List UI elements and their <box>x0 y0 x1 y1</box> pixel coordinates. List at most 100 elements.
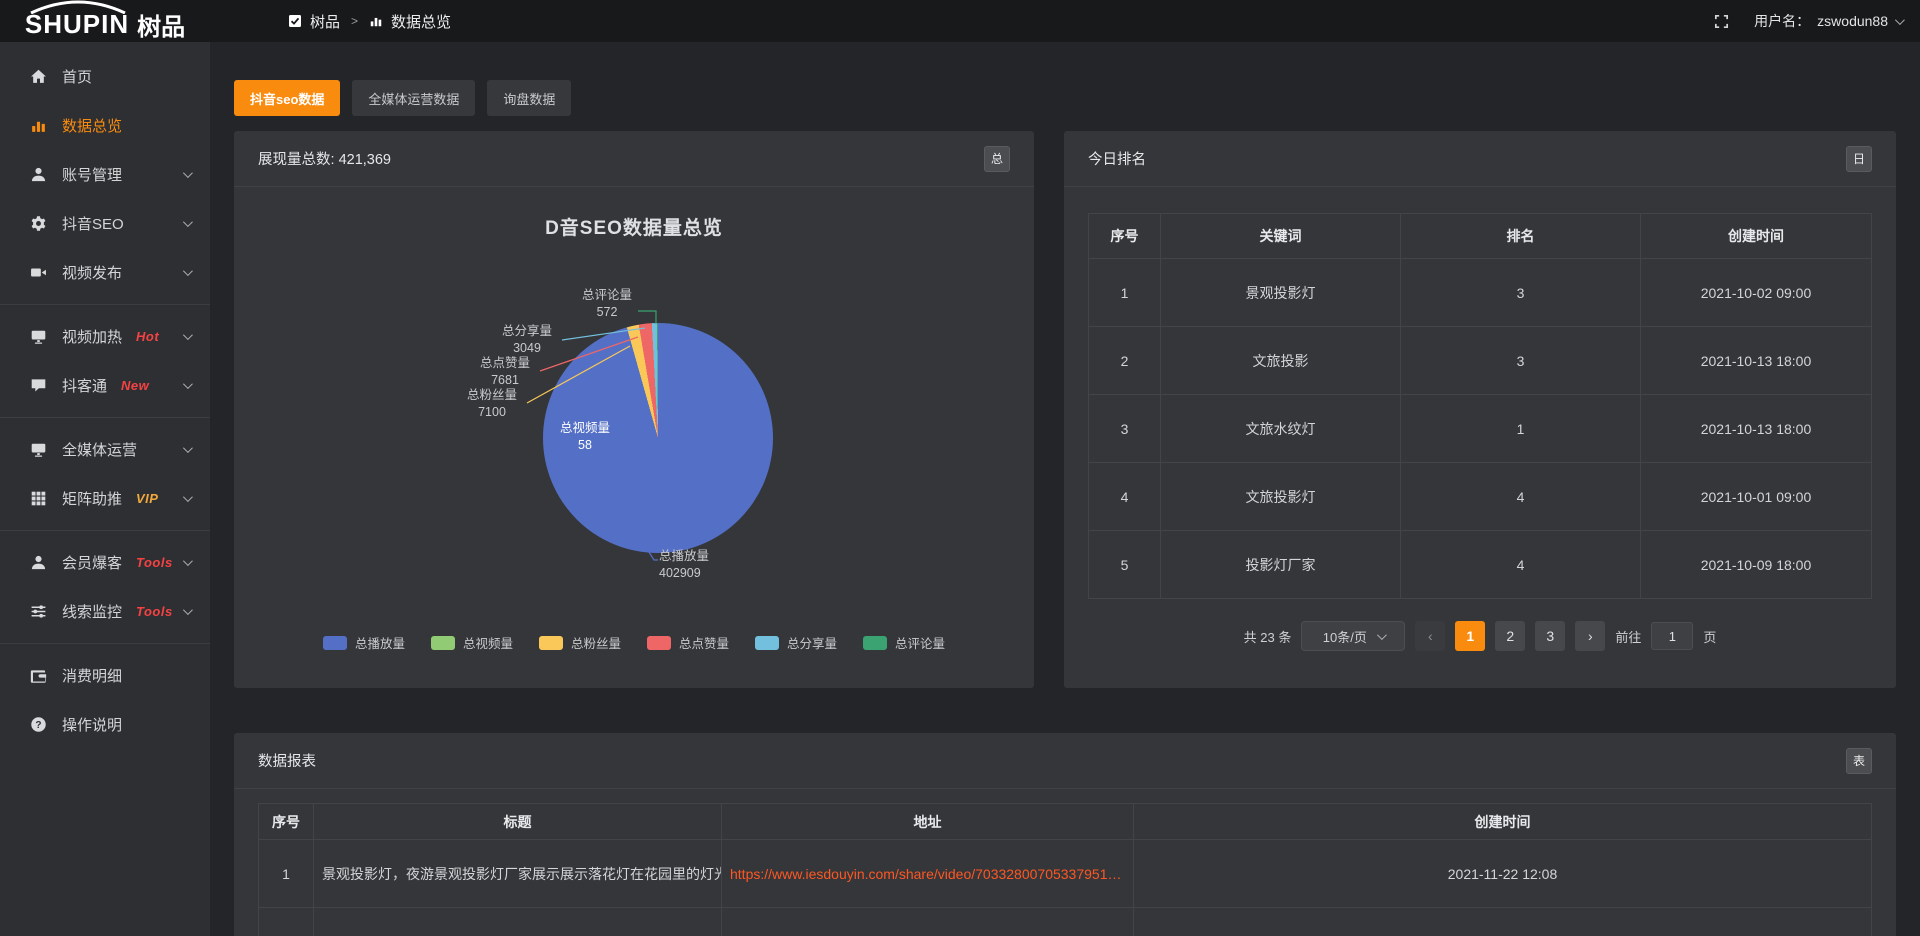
user-menu[interactable]: 用户名： zswodun88 <box>1754 11 1902 31</box>
goto-unit-label: 页 <box>1703 627 1716 646</box>
tab-media-operation-data[interactable]: 全媒体运营数据 <box>352 80 475 116</box>
sidebar-item-label: 会员爆客 <box>62 552 122 573</box>
page-button-3[interactable]: 3 <box>1535 621 1565 651</box>
sidebar-item-label: 消费明细 <box>62 665 122 686</box>
sidebar-item-media-operation[interactable]: 全媒体运营 <box>0 425 210 474</box>
sidebar-item-home[interactable]: 首页 <box>0 52 210 101</box>
pie-chart-area: D音SEO数据量总览 总评论量572 总分享量3049 总点赞量7681 <box>234 187 1034 687</box>
chevron-down-icon <box>183 443 193 453</box>
pagination: 共 23 条 10条/页 ‹ 123 › 前往 页 <box>1088 621 1872 651</box>
col-header-rank: 排名 <box>1401 214 1641 259</box>
chart-panel: 展现量总数: 421,369 总 D音SEO数据量总览 总评论量572 <box>234 131 1034 688</box>
fullscreen-icon[interactable] <box>1713 13 1730 30</box>
cell <box>259 908 314 936</box>
cell: 文旅投影灯 <box>1161 463 1401 531</box>
app-icon <box>288 14 302 28</box>
tab-inquiry-data[interactable]: 询盘数据 <box>487 80 571 116</box>
chevron-down-icon <box>183 556 193 566</box>
sidebar-item-badge: Tools <box>136 604 173 619</box>
sidebar-item-matrix-boost[interactable]: 矩阵助推VIP <box>0 474 210 523</box>
page-button-1[interactable]: 1 <box>1455 621 1485 651</box>
sidebar-item-badge: VIP <box>136 491 158 506</box>
sidebar-item-label: 视频发布 <box>62 262 122 283</box>
sidebar-item-data-overview[interactable]: 数据总览 <box>0 101 210 150</box>
legend-swatch <box>539 636 563 650</box>
sidebar-item-douketong[interactable]: 抖客通New <box>0 361 210 410</box>
cell: 2021-10-09 18:00 <box>1641 531 1872 599</box>
sidebar-item-video-heat[interactable]: 视频加热Hot <box>0 312 210 361</box>
chevron-down-icon <box>183 492 193 502</box>
wallet-icon <box>30 667 47 684</box>
grid-icon <box>30 490 47 507</box>
breadcrumb-current: 数据总览 <box>391 11 451 32</box>
legend-label: 总播放量 <box>355 633 405 652</box>
legend-label: 总点赞量 <box>679 633 729 652</box>
report-body: 序号 标题 地址 创建时间 1景观投影灯，夜游景观投影灯厂家展示展示落花灯在花园… <box>234 803 1896 936</box>
sidebar-menu: 首页数据总览账号管理抖音SEO 视频发布视频加热Hot抖客通New 全媒体运营矩阵助… <box>0 42 210 749</box>
member-icon <box>30 554 47 571</box>
table-view-button[interactable]: 表 <box>1846 748 1872 774</box>
sidebar-item-label: 线索监控 <box>62 601 122 622</box>
legend-item-5[interactable]: 总评论量 <box>863 633 945 652</box>
cell: 2021-10-01 09:00 <box>1641 463 1872 531</box>
table-header-row: 序号 关键词 排名 创建时间 <box>1089 214 1872 259</box>
prev-page-button[interactable]: ‹ <box>1415 621 1445 651</box>
sidebar-item-spend-detail[interactable]: 消费明细 <box>0 651 210 700</box>
daily-view-button[interactable]: 日 <box>1846 146 1872 172</box>
ranking-table: 序号 关键词 排名 创建时间 1景观投影灯32021-10-02 09:002文… <box>1088 213 1872 599</box>
top-header: SHUPIN 树品 树品 > 数据总览 用户名： zswodun88 <box>0 0 1920 42</box>
cell: 1 <box>1401 395 1641 463</box>
chevron-down-icon <box>1377 630 1387 640</box>
sidebar-item-account-manage[interactable]: 账号管理 <box>0 150 210 199</box>
sidebar-item-label: 数据总览 <box>62 115 122 136</box>
top-row: 展现量总数: 421,369 总 D音SEO数据量总览 总评论量572 <box>234 131 1896 688</box>
sliders-icon <box>30 603 47 620</box>
sidebar-item-leads-monitor[interactable]: 线索监控 Tools <box>0 587 210 636</box>
table-row: 5投影灯厂家42021-10-09 18:00 <box>1089 531 1872 599</box>
next-page-button[interactable]: › <box>1575 621 1605 651</box>
total-view-button[interactable]: 总 <box>984 146 1010 172</box>
sidebar-item-help[interactable]: ?操作说明 <box>0 700 210 749</box>
sidebar-item-label: 首页 <box>62 66 92 87</box>
cell: 文旅投影 <box>1161 327 1401 395</box>
chevron-down-icon <box>183 605 193 615</box>
sidebar-item-douyin-seo[interactable]: 抖音SEO <box>0 199 210 248</box>
legend-item-2[interactable]: 总粉丝量 <box>539 633 621 652</box>
col-header-index: 序号 <box>259 804 314 840</box>
sidebar-item-label: 抖音SEO <box>62 213 124 234</box>
legend-item-0[interactable]: 总播放量 <box>323 633 405 652</box>
table-header-row: 序号 标题 地址 创建时间 <box>259 804 1872 840</box>
chart-title: D音SEO数据量总览 <box>234 187 1034 240</box>
page-button-2[interactable]: 2 <box>1495 621 1525 651</box>
logo-arc-decoration <box>26 0 130 14</box>
chart-panel-header: 展现量总数: 421,369 总 <box>234 131 1034 187</box>
legend-swatch <box>431 636 455 650</box>
question-icon: ? <box>30 716 47 733</box>
sidebar-item-label: 全媒体运营 <box>62 439 137 460</box>
report-link[interactable]: https://www.iesdouyin.com/share/video/70… <box>730 866 1125 882</box>
ranking-panel-title: 今日排名 <box>1088 148 1146 169</box>
pie-label-comments: 总评论量572 <box>576 287 638 320</box>
home-icon <box>30 68 47 85</box>
cell <box>1134 908 1872 936</box>
table-row: 1景观投影灯，夜游景观投影灯厂家展示展示落花灯在花园里的灯光投影应用效果 #ht… <box>259 840 1872 908</box>
legend-item-3[interactable]: 总点赞量 <box>647 633 729 652</box>
report-panel-title: 数据报表 <box>258 750 316 771</box>
main-content: 抖音seo数据全媒体运营数据询盘数据 展现量总数: 421,369 总 D音SE… <box>210 42 1920 936</box>
pie-label-videos: 总视频量58 <box>550 420 620 453</box>
breadcrumb-root[interactable]: 树品 <box>310 11 340 32</box>
legend-swatch <box>755 636 779 650</box>
tab-douyin-seo-data[interactable]: 抖音seo数据 <box>234 80 340 116</box>
cell: 投影灯厂家 <box>1161 531 1401 599</box>
page-size-select[interactable]: 10条/页 <box>1301 621 1405 651</box>
legend-item-1[interactable]: 总视频量 <box>431 633 513 652</box>
sidebar-divider <box>0 530 210 531</box>
sidebar-item-member-baoke[interactable]: 会员爆客Tools <box>0 538 210 587</box>
ranking-panel: 今日排名 日 序号 关键词 排名 创建时间 1景观投影灯32021-10-02 … <box>1064 131 1896 688</box>
cell: 2021-10-02 09:00 <box>1641 259 1872 327</box>
svg-text:?: ? <box>35 720 41 731</box>
sidebar-item-video-publish[interactable]: 视频发布 <box>0 248 210 297</box>
chat-icon <box>30 377 47 394</box>
goto-page-input[interactable] <box>1651 622 1693 650</box>
legend-item-4[interactable]: 总分享量 <box>755 633 837 652</box>
